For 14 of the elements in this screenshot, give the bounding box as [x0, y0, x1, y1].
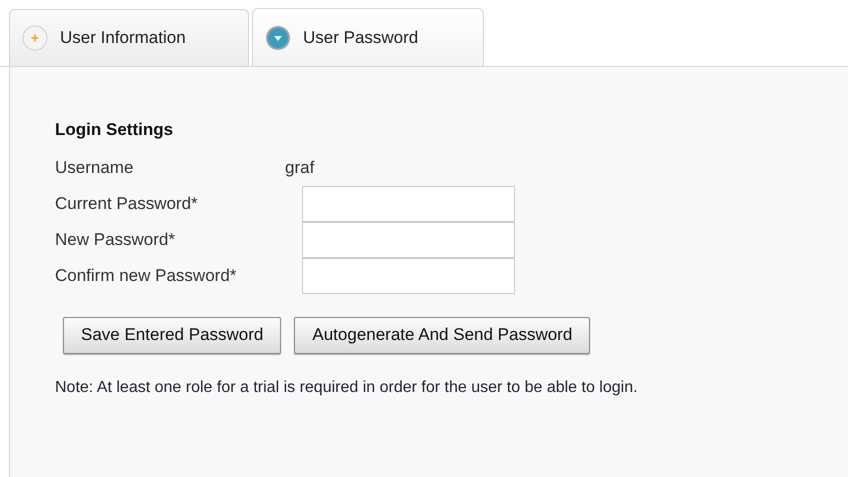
action-button[interactable]: Autogenerate And Send Password [294, 316, 590, 354]
tab[interactable]: User Password [252, 8, 484, 66]
field-label: Current Password* [55, 192, 199, 215]
password-field[interactable] [302, 186, 515, 222]
note-text: Note: At least one role for a trial is required in order for the user to be able to login. [55, 378, 639, 398]
password-field[interactable] [302, 258, 515, 294]
section-title: Login Settings [55, 119, 174, 141]
action-button[interactable]: Save Entered Password [63, 316, 282, 354]
field-label: New Password* [55, 228, 176, 251]
field-label: Confirm new Password* [55, 264, 238, 287]
field-label: Username [55, 156, 134, 179]
username-value: graf [285, 156, 314, 179]
password-field[interactable] [302, 222, 515, 258]
tab[interactable]: User Information [9, 9, 249, 66]
